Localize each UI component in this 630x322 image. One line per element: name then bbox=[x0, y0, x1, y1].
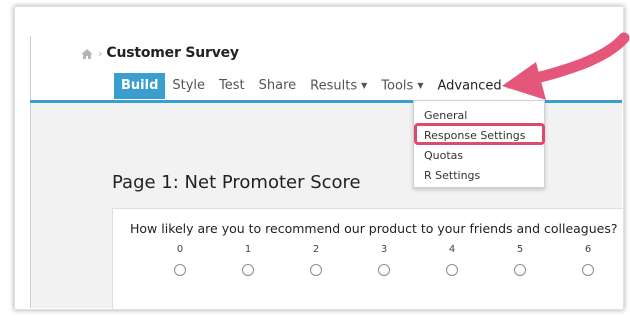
pointer-arrow-icon bbox=[502, 32, 630, 100]
